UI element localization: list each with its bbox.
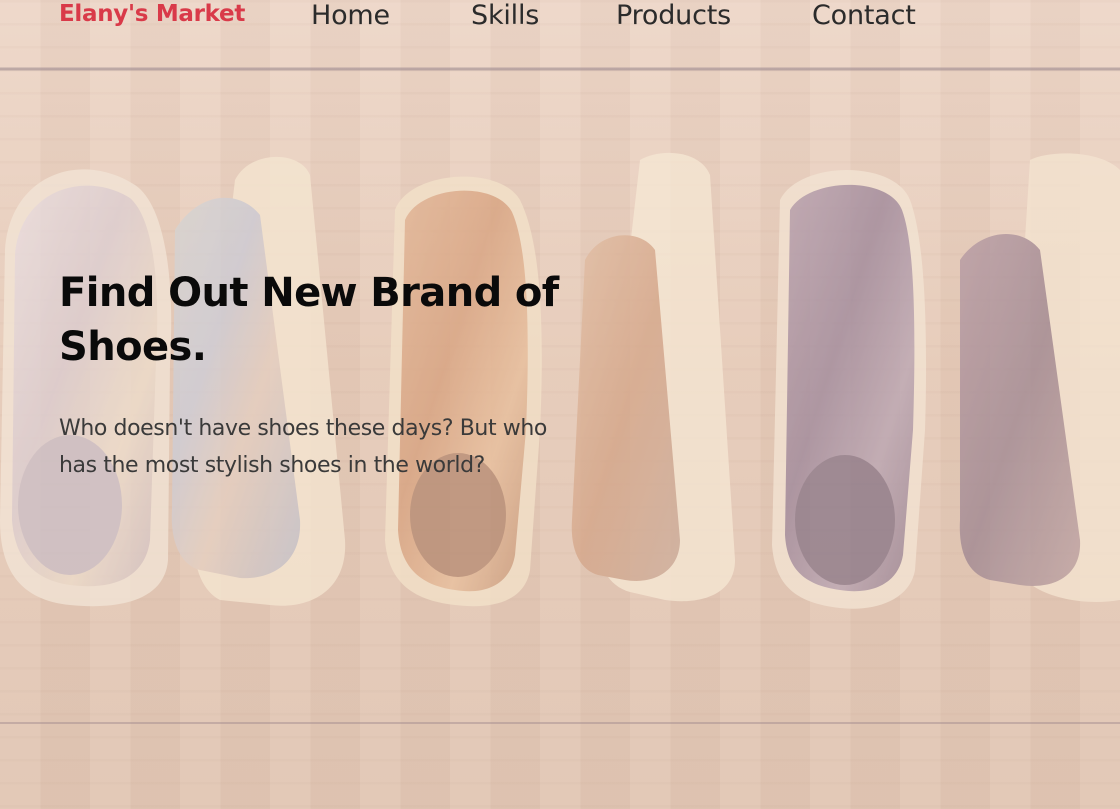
hero-section: Find Out New Brand of Shoes. Who doesn't… — [59, 266, 589, 484]
hero-title: Find Out New Brand of Shoes. — [59, 270, 559, 370]
hero-subtitle: Who doesn't have shoes these days? But w… — [59, 416, 547, 478]
top-navigation: Elany's Market Home Skills Products Cont… — [0, 0, 1120, 34]
nav-link-contact[interactable]: Contact — [812, 0, 916, 31]
brand-logo[interactable]: Elany's Market — [59, 1, 245, 27]
nav-link-skills[interactable]: Skills — [471, 0, 539, 31]
nav-link-home[interactable]: Home — [311, 0, 390, 31]
nav-link-products[interactable]: Products — [616, 0, 731, 31]
